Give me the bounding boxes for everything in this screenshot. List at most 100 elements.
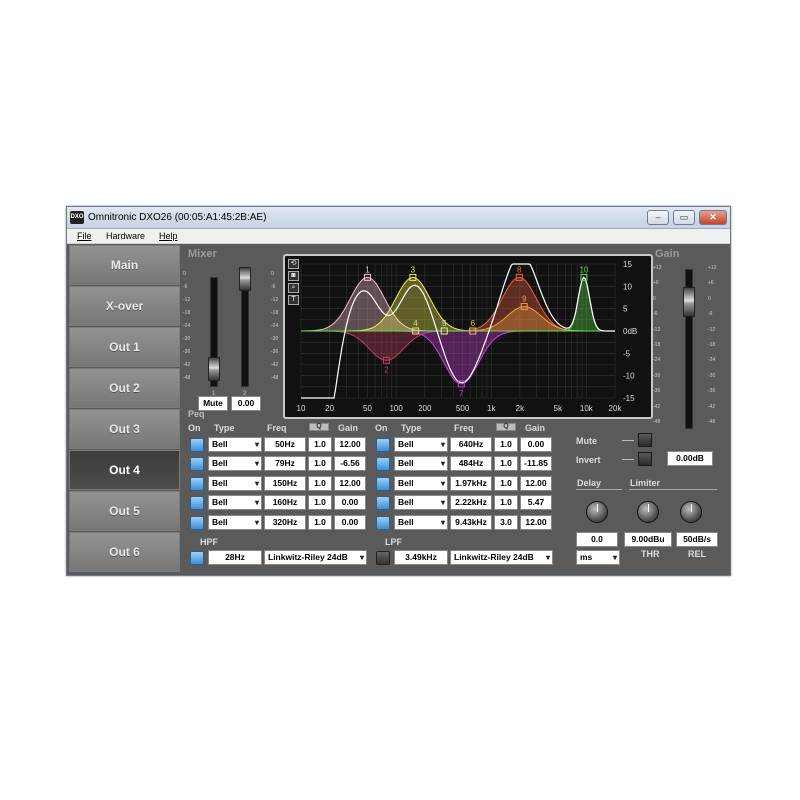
band-q-field[interactable]: 1.0: [494, 456, 518, 471]
band-q-field[interactable]: 3.0: [494, 515, 518, 530]
scale-tick-label: -48: [183, 375, 191, 381]
band-type-select[interactable]: Bell: [394, 515, 448, 530]
hpf-on-checkbox[interactable]: [190, 551, 204, 565]
y-tick-label: 10: [623, 282, 632, 291]
mute-toggle[interactable]: [638, 433, 652, 447]
delay-unit-select[interactable]: ms: [576, 550, 620, 565]
band-on-checkbox[interactable]: [190, 516, 204, 530]
band-gain-field[interactable]: 0.00: [334, 515, 366, 530]
band-type-select[interactable]: Bell: [394, 456, 448, 471]
threshold-value-field[interactable]: 9.00dBu: [624, 532, 672, 547]
scale-tick-label: -24: [708, 357, 716, 364]
release-value-field[interactable]: 50dB/s: [676, 532, 718, 547]
gain-value-field[interactable]: 0.00dB: [667, 451, 713, 466]
lpf-type-select[interactable]: Linkwitz-Riley 24dB: [450, 550, 553, 565]
band-on-checkbox[interactable]: [376, 457, 390, 471]
band-gain-field[interactable]: -6.56: [334, 456, 366, 471]
menu-hardware[interactable]: Hardware: [106, 231, 145, 241]
band-q-field[interactable]: 1.0: [308, 437, 332, 452]
band-type-select[interactable]: Bell: [394, 437, 448, 452]
eq-graph[interactable]: 1 2 3 4 5 6 7 8 9 10 10 20 50 100 200 500 1k 2k 5k 10k 20k 15…: [283, 254, 653, 419]
peq-header-type-right: Type: [401, 423, 422, 433]
band-freq-field[interactable]: 640Hz: [450, 437, 492, 452]
band-gain-field[interactable]: 12.00: [334, 476, 366, 491]
invert-connector: [622, 459, 634, 460]
band-type-select[interactable]: Bell: [208, 476, 262, 491]
hpf-freq-field[interactable]: 28Hz: [208, 550, 262, 565]
band-gain-field[interactable]: 0.00: [520, 437, 552, 452]
mixer-fader-2-knob[interactable]: [239, 267, 251, 291]
maximize-button[interactable]: ▭: [673, 210, 695, 225]
camera-icon[interactable]: ◙: [288, 271, 299, 281]
band-curve-1: [301, 276, 615, 332]
band-on-checkbox[interactable]: [190, 438, 204, 452]
band-q-field[interactable]: 1.0: [494, 437, 518, 452]
zoom-icon[interactable]: ⌕: [288, 283, 299, 293]
band-freq-field[interactable]: 79Hz: [264, 456, 306, 471]
band-freq-field[interactable]: 50Hz: [264, 437, 306, 452]
peq-header-gain-left: Gain: [338, 423, 359, 433]
reset-icon[interactable]: ⟲: [288, 259, 299, 269]
mixer-value-field[interactable]: 0.00: [231, 396, 261, 411]
band-gain-field[interactable]: 12.00: [520, 515, 552, 530]
band-on-checkbox[interactable]: [376, 438, 390, 452]
band-on-checkbox[interactable]: [376, 516, 390, 530]
band-on-checkbox[interactable]: [376, 477, 390, 491]
nav-x-over[interactable]: X-over: [69, 286, 180, 326]
band-on-checkbox[interactable]: [376, 496, 390, 510]
minimize-button[interactable]: ‒: [647, 210, 669, 225]
release-knob[interactable]: [680, 501, 702, 523]
band-on-checkbox[interactable]: [190, 496, 204, 510]
delay-knob[interactable]: [586, 501, 608, 523]
nav-out-4[interactable]: Out 4: [69, 450, 180, 490]
nav-out-2[interactable]: Out 2: [69, 368, 180, 408]
band-type-select[interactable]: Bell: [394, 495, 448, 510]
band-freq-field[interactable]: 160Hz: [264, 495, 306, 510]
band-freq-field[interactable]: 2.22kHz: [450, 495, 492, 510]
band-q-field[interactable]: 1.0: [494, 476, 518, 491]
gain-fader-knob[interactable]: [683, 287, 695, 317]
band-freq-field[interactable]: 320Hz: [264, 515, 306, 530]
band-freq-field[interactable]: 1.97kHz: [450, 476, 492, 491]
band-type-select[interactable]: Bell: [208, 437, 262, 452]
band-freq-field[interactable]: 150Hz: [264, 476, 306, 491]
band-q-field[interactable]: 1.0: [308, 476, 332, 491]
band-gain-field[interactable]: -11.85: [520, 456, 552, 471]
band-on-checkbox[interactable]: [190, 477, 204, 491]
nav-out-3[interactable]: Out 3: [69, 409, 180, 449]
band-freq-field[interactable]: 9.43kHz: [450, 515, 492, 530]
band-on-checkbox[interactable]: [190, 457, 204, 471]
band-gain-field[interactable]: 12.00: [334, 437, 366, 452]
nav-out-1[interactable]: Out 1: [69, 327, 180, 367]
nav-main[interactable]: Main: [69, 245, 180, 285]
menu-help[interactable]: Help: [159, 231, 178, 241]
hpf-type-select[interactable]: Linkwitz-Riley 24dB: [264, 550, 367, 565]
band-freq-field[interactable]: 484Hz: [450, 456, 492, 471]
band-type-select[interactable]: Bell: [208, 456, 262, 471]
band-q-field[interactable]: 1.0: [308, 495, 332, 510]
band-gain-field[interactable]: 12.00: [520, 476, 552, 491]
lpf-freq-field[interactable]: 3.49kHz: [394, 550, 448, 565]
delay-value-field[interactable]: 0.0: [576, 532, 618, 547]
band-number-label: 10: [579, 265, 588, 274]
band-q-field[interactable]: 1.0: [494, 495, 518, 510]
band-q-field[interactable]: 1.0: [308, 456, 332, 471]
band-gain-field[interactable]: 0.00: [334, 495, 366, 510]
lpf-on-checkbox[interactable]: [376, 551, 390, 565]
mixer-fader-1-knob[interactable]: [208, 357, 220, 381]
band-type-select[interactable]: Bell: [208, 515, 262, 530]
invert-toggle[interactable]: [638, 452, 652, 466]
menu-file[interactable]: File: [77, 231, 92, 241]
threshold-knob[interactable]: [637, 501, 659, 523]
mixer-fader-2-track[interactable]: [241, 277, 249, 387]
band-q-field[interactable]: 1.0: [308, 515, 332, 530]
band-type-select[interactable]: Bell: [208, 495, 262, 510]
close-button[interactable]: ✕: [699, 210, 727, 225]
nav-out-6[interactable]: Out 6: [69, 532, 180, 572]
text-icon[interactable]: T: [288, 295, 299, 305]
nav-out-5[interactable]: Out 5: [69, 491, 180, 531]
x-tick-label: 200: [418, 404, 432, 413]
band-gain-field[interactable]: 5.47: [520, 495, 552, 510]
menu-bar: File Hardware Help: [67, 229, 730, 244]
band-type-select[interactable]: Bell: [394, 476, 448, 491]
